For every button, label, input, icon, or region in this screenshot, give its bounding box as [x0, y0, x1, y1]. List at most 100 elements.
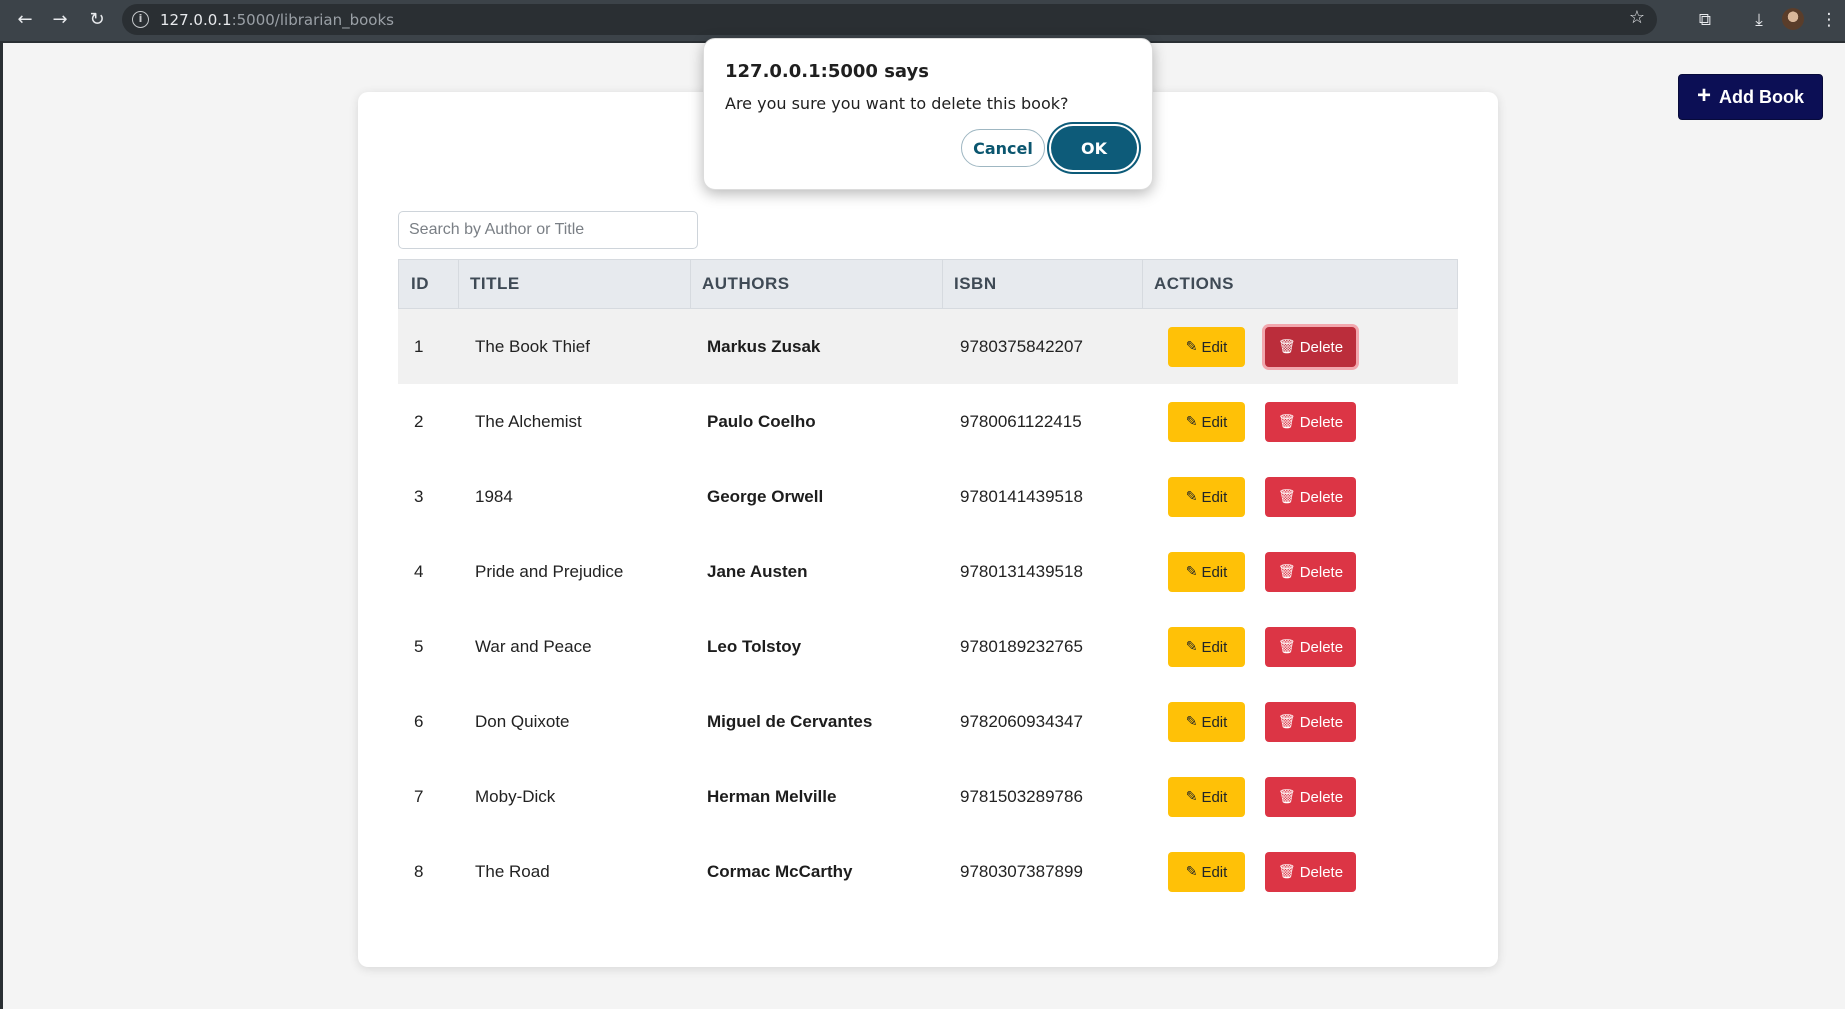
trash-icon: 🗑	[1277, 864, 1296, 880]
column-header-title: TITLE	[470, 274, 520, 293]
table-row: 3 1984 George Orwell 9780141439518 ✎ Edit 🗑 Del…	[398, 459, 1458, 534]
trash-icon: 🗑	[1277, 639, 1296, 655]
edit-button[interactable]: ✎ Edit	[1168, 777, 1245, 817]
more-menu-icon[interactable]: ⋮	[1816, 7, 1842, 33]
column-divider	[942, 260, 943, 308]
delete-button[interactable]: 🗑 Delete	[1265, 627, 1356, 667]
edit-icon: ✎	[1185, 864, 1198, 880]
table-header: ID TITLE AUTHORS ISBN ACTIONS	[398, 259, 1458, 309]
delete-button[interactable]: 🗑 Delete	[1265, 702, 1356, 742]
dialog-message: Are you sure you want to delete this boo…	[725, 94, 1069, 113]
cell-isbn: 9780375842207	[960, 337, 1083, 356]
edit-icon: ✎	[1185, 564, 1198, 580]
cell-title: Pride and Prejudice	[475, 562, 624, 581]
delete-label: Delete	[1299, 488, 1344, 506]
delete-label: Delete	[1299, 788, 1344, 806]
delete-button[interactable]: 🗑 Delete	[1265, 852, 1356, 892]
delete-button[interactable]: 🗑 Delete	[1265, 777, 1356, 817]
download-icon[interactable]: ⤓	[1746, 7, 1772, 33]
dialog-cancel-button[interactable]: Cancel	[961, 129, 1045, 167]
edit-button[interactable]: ✎ Edit	[1168, 402, 1245, 442]
edit-label: Edit	[1201, 338, 1228, 356]
delete-button[interactable]: 🗑 Delete	[1265, 327, 1356, 367]
search-input[interactable]	[398, 211, 698, 249]
cell-id: 4	[414, 562, 424, 581]
forward-arrow-icon[interactable]: →	[47, 7, 73, 33]
bookmark-star-icon[interactable]: ☆	[1629, 7, 1645, 28]
delete-button[interactable]: 🗑 Delete	[1265, 477, 1356, 517]
column-divider	[690, 260, 691, 308]
edit-button[interactable]: ✎ Edit	[1168, 627, 1245, 667]
cell-isbn: 9780061122415	[960, 412, 1082, 431]
edit-label: Edit	[1201, 788, 1228, 806]
cell-title: Moby-Dick	[475, 787, 556, 806]
cell-id: 3	[414, 487, 424, 506]
trash-icon: 🗑	[1277, 789, 1296, 805]
table-body: 1 The Book Thief Markus Zusak 9780375842207…	[398, 309, 1458, 909]
cell-title: The Alchemist	[475, 412, 582, 431]
cell-author: Markus Zusak	[707, 337, 821, 356]
edit-button[interactable]: ✎ Edit	[1168, 702, 1245, 742]
trash-icon: 🗑	[1277, 414, 1296, 430]
dialog-ok-button[interactable]: OK	[1051, 126, 1137, 170]
confirm-dialog: 127.0.0.1:5000 says Are you sure you wan…	[703, 38, 1153, 190]
delete-button[interactable]: 🗑 Delete	[1265, 552, 1356, 592]
edit-label: Edit	[1201, 488, 1228, 506]
cell-author: Cormac McCarthy	[707, 862, 853, 881]
cell-title: War and Peace	[475, 637, 592, 656]
table-row: 6 Don Quixote Miguel de Cervantes 978206093…	[398, 684, 1458, 759]
table-row: 2 The Alchemist Paulo Coelho 9780061122415 ✎…	[398, 384, 1458, 459]
address-bar[interactable]: i 127.0.0.1:5000/librarian_books ☆	[122, 4, 1657, 35]
column-header-isbn: ISBN	[954, 274, 997, 293]
delete-label: Delete	[1299, 413, 1344, 431]
edit-icon: ✎	[1185, 639, 1198, 655]
cell-id: 1	[414, 337, 424, 356]
edit-label: Edit	[1201, 563, 1228, 581]
cell-isbn: 9780131439518	[960, 562, 1083, 581]
cell-isbn: 9780189232765	[960, 637, 1083, 656]
cell-author: Herman Melville	[707, 787, 837, 806]
add-book-button[interactable]: + Add Book	[1678, 74, 1823, 120]
edit-icon: ✎	[1185, 489, 1198, 505]
cell-title: The Road	[475, 862, 550, 881]
delete-button[interactable]: 🗑 Delete	[1265, 402, 1356, 442]
edit-button[interactable]: ✎ Edit	[1168, 552, 1245, 592]
extensions-icon[interactable]: ⧉	[1692, 7, 1718, 33]
column-divider	[1142, 260, 1143, 308]
add-book-label: Add Book	[1719, 86, 1804, 107]
cell-isbn: 9780141439518	[960, 487, 1083, 506]
trash-icon: 🗑	[1277, 339, 1296, 355]
cell-id: 7	[414, 787, 424, 806]
cell-author: Leo Tolstoy	[707, 637, 802, 656]
trash-icon: 🗑	[1277, 714, 1296, 730]
edit-icon: ✎	[1185, 339, 1198, 355]
cell-title: Don Quixote	[475, 712, 570, 731]
table-row: 4 Pride and Prejudice Jane Austen 978013143…	[398, 534, 1458, 609]
edit-button[interactable]: ✎ Edit	[1168, 852, 1245, 892]
site-info-icon[interactable]: i	[132, 11, 149, 28]
table-row: 8 The Road Cormac McCarthy 9780307387899 ✎ Ed…	[398, 834, 1458, 909]
cell-id: 2	[414, 412, 424, 431]
cell-author: George Orwell	[707, 487, 824, 506]
cell-isbn: 9781503289786	[960, 787, 1083, 806]
delete-label: Delete	[1299, 338, 1344, 356]
edit-icon: ✎	[1185, 414, 1198, 430]
table-row: 5 War and Peace Leo Tolstoy 9780189232765 ✎ E…	[398, 609, 1458, 684]
cell-id: 8	[414, 862, 424, 881]
reload-icon[interactable]: ↻	[84, 7, 110, 33]
edit-icon: ✎	[1185, 714, 1198, 730]
edit-button[interactable]: ✎ Edit	[1168, 327, 1245, 367]
back-arrow-icon[interactable]: ←	[12, 7, 38, 33]
edit-label: Edit	[1201, 863, 1228, 881]
cell-isbn: 9782060934347	[960, 712, 1083, 731]
dialog-title: 127.0.0.1:5000 says	[725, 61, 929, 82]
column-divider	[458, 260, 459, 308]
edit-label: Edit	[1201, 713, 1228, 731]
books-table: ID TITLE AUTHORS ISBN ACTIONS 1 The Book …	[398, 259, 1458, 909]
profile-avatar[interactable]	[1782, 8, 1804, 30]
window-edge	[0, 43, 3, 1009]
column-header-authors: AUTHORS	[702, 274, 790, 293]
edit-label: Edit	[1201, 638, 1228, 656]
edit-button[interactable]: ✎ Edit	[1168, 477, 1245, 517]
cell-author: Paulo Coelho	[707, 412, 816, 431]
